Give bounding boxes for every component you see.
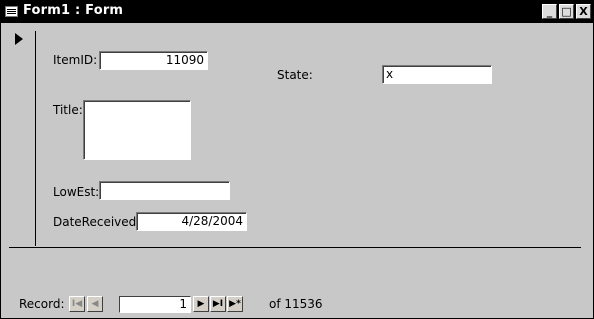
close-button[interactable]: X — [576, 4, 591, 19]
datereceived-field[interactable]: 4/28/2004 — [136, 212, 247, 231]
itemid-field[interactable]: 11090 — [99, 51, 208, 70]
new-record-button[interactable]: ▶* — [227, 296, 243, 312]
current-record-field[interactable]: 1 — [119, 296, 191, 313]
minimize-button[interactable]: _ — [542, 4, 557, 19]
datereceived-label: DateReceived: — [53, 215, 141, 229]
lowest-label: LowEst: — [53, 185, 100, 199]
first-record-button[interactable]: I◀ — [69, 296, 85, 312]
form-icon — [5, 6, 18, 17]
form-footer-divider — [9, 247, 581, 248]
window-controls: _ □ X — [542, 4, 591, 19]
form-window: Form1 : Form _ □ X ItemID: 11090 State: … — [0, 0, 594, 319]
last-record-button[interactable]: ▶I — [210, 296, 226, 312]
state-label: State: — [277, 68, 313, 82]
record-count: of 11536 — [269, 297, 323, 311]
lowest-field[interactable] — [99, 181, 230, 200]
previous-record-button[interactable]: ◀ — [87, 296, 103, 312]
title-bar[interactable]: Form1 : Form _ □ X — [1, 1, 593, 23]
title-label: Title: — [53, 103, 83, 117]
state-field[interactable]: x — [382, 65, 492, 84]
window-title: Form1 : Form — [23, 3, 124, 18]
itemid-label: ItemID: — [53, 53, 98, 67]
form-detail-section: ItemID: 11090 State: x Title: LowEst: Da… — [9, 31, 581, 247]
record-navigator: Record: I◀ ◀ 1 ▶ ▶I ▶* of 11536 — [3, 294, 591, 316]
record-label: Record: — [19, 297, 65, 311]
restore-button[interactable]: □ — [559, 4, 574, 19]
next-record-button[interactable]: ▶ — [193, 296, 209, 312]
title-field[interactable] — [83, 100, 191, 160]
